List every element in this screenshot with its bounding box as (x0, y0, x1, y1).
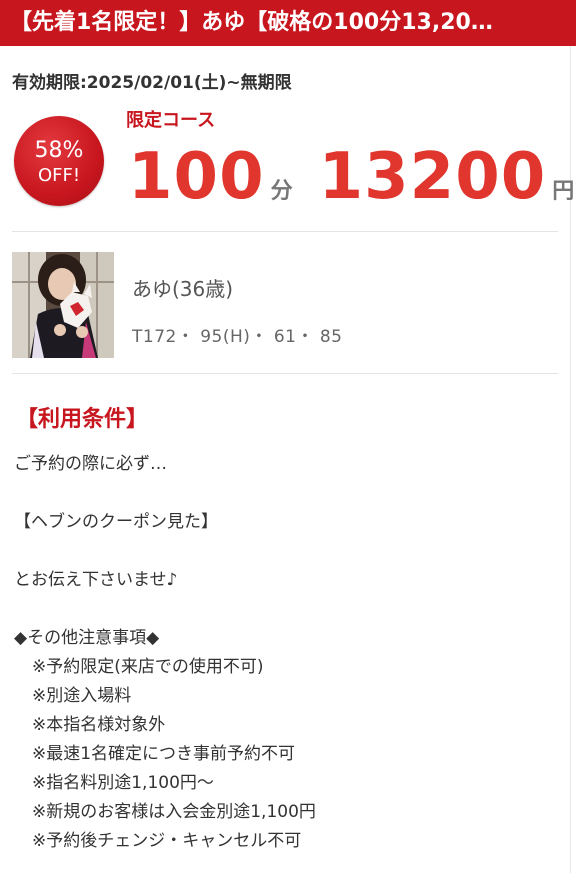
note-item: ※新規のお客様は入会金別途1,100円 (32, 802, 316, 822)
notes-heading: ◆その他注意事項◆ (14, 628, 160, 648)
conditions-title: 【利用条件】 (16, 407, 149, 432)
note-item: ※別途入場料 (32, 686, 132, 706)
validity-period: 有効期限:2025/02/01(土)~無期限 (12, 73, 292, 93)
price-row: 100 分 13200 円 (128, 142, 574, 212)
condition-line-blank (14, 595, 554, 624)
discount-badge: 58% OFF! (14, 116, 104, 206)
note-item: ※予約限定(来店での使用不可) (32, 657, 264, 677)
course-minutes: 100 (128, 140, 265, 214)
girl-photo-image (12, 252, 114, 358)
divider (12, 231, 558, 232)
conditions-text: ご予約の際に必ず… 【ヘブンのクーポン見た】 とお伝え下さいませ♪ ◆その他注意… (14, 450, 554, 856)
note-item: ※指名料別途1,100円～ (32, 773, 214, 793)
divider (12, 373, 558, 374)
discount-percent: 58% (34, 138, 84, 163)
condition-line-blank (14, 537, 554, 566)
condition-line: とお伝え下さいませ♪ (14, 570, 178, 590)
course-price: 13200 (318, 140, 547, 214)
note-item: ※本指名様対象外 (32, 715, 166, 735)
coupon-page: 【先着1名限定！】あゆ【破格の100分13,20… 有効期限:2025/02/0… (0, 0, 576, 873)
note-item: ※予約後チェンジ・キャンセル不可 (32, 831, 302, 851)
girl-name[interactable]: あゆ(36歳) (132, 273, 233, 302)
girl-photo[interactable] (12, 252, 114, 358)
condition-line: ご予約の際に必ず… (14, 454, 167, 474)
girl-measurements: T172・ 95(H)・ 61・ 85 (132, 327, 343, 347)
minutes-unit: 分 (270, 179, 293, 204)
coupon-title: 【先着1名限定！】あゆ【破格の100分13,20… (0, 0, 576, 46)
condition-line-blank (14, 479, 554, 508)
condition-line: 【ヘブンのクーポン見た】 (14, 512, 218, 532)
course-label: 限定コース (126, 110, 216, 131)
discount-off-label: OFF! (37, 165, 81, 186)
coupon-card: 有効期限:2025/02/01(土)~無期限 58% OFF! 限定コース 10… (0, 46, 574, 873)
note-item: ※最速1名確定につき事前予約不可 (32, 744, 296, 764)
price-unit: 円 (552, 179, 575, 204)
